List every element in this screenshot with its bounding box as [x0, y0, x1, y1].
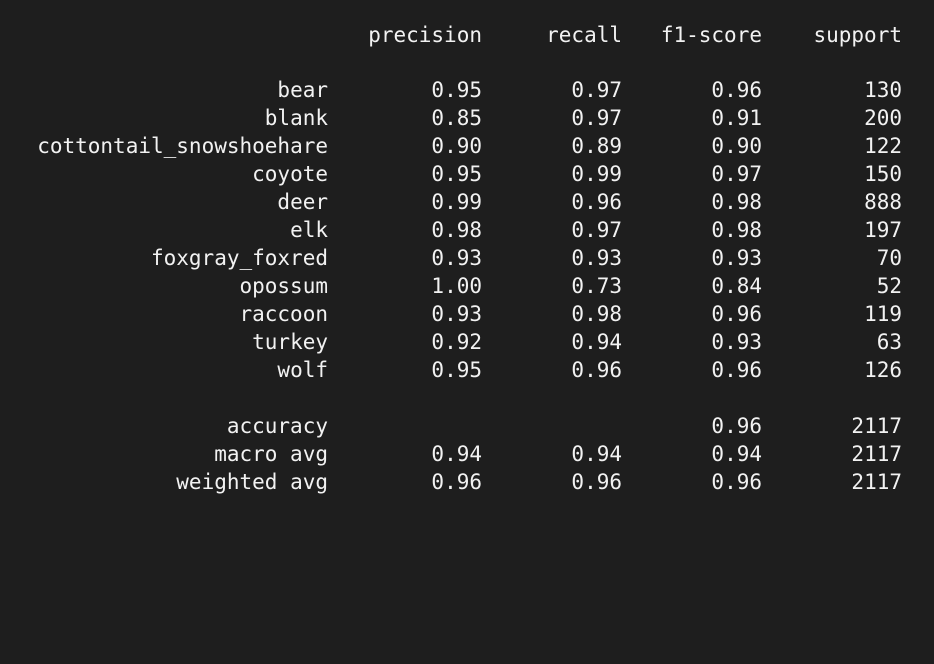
class-label: deer: [277, 190, 328, 214]
table-row: foxgray_foxred 0.93 0.93 0.93 70: [0, 244, 934, 272]
f1-value: 0.84: [711, 274, 762, 298]
table-row: deer 0.99 0.96 0.98 888: [0, 188, 934, 216]
precision-value: 0.93: [431, 302, 482, 326]
precision-value: 1.00: [431, 274, 482, 298]
class-label: turkey: [252, 330, 328, 354]
support-value: 2117: [851, 442, 902, 466]
table-row: coyote 0.95 0.99 0.97 150: [0, 160, 934, 188]
f1-value: 0.93: [711, 246, 762, 270]
f1-value: 0.98: [711, 218, 762, 242]
recall-value: 0.98: [571, 302, 622, 326]
f1-value: 0.96: [711, 78, 762, 102]
recall-value: 0.96: [571, 190, 622, 214]
recall-value: 0.97: [571, 218, 622, 242]
precision-value: 0.85: [431, 106, 482, 130]
class-label: raccoon: [239, 302, 328, 326]
recall-value: 0.73: [571, 274, 622, 298]
precision-value: 0.93: [431, 246, 482, 270]
support-value: 130: [864, 78, 902, 102]
table-row: blank 0.85 0.97 0.91 200: [0, 104, 934, 132]
class-label: foxgray_foxred: [150, 246, 328, 270]
support-value: 888: [864, 190, 902, 214]
support-value: 52: [876, 274, 902, 298]
table-row: opossum 1.00 0.73 0.84 52: [0, 272, 934, 300]
terminal-output: precision recall f1-score support bear 0…: [0, 0, 934, 516]
precision-value: 0.92: [431, 330, 482, 354]
class-label: cottontail_snowshoehare: [37, 134, 328, 158]
recall-value: 0.93: [571, 246, 622, 270]
table-row: bear 0.95 0.97 0.96 130: [0, 76, 934, 104]
precision-value: 0.96: [431, 470, 482, 494]
support-value: 150: [864, 162, 902, 186]
summary-label: accuracy: [226, 414, 328, 438]
summary-row-macro-avg: macro avg 0.94 0.94 0.94 2117: [0, 440, 934, 468]
table-row: cottontail_snowshoehare 0.90 0.89 0.90 1…: [0, 132, 934, 160]
support-value: 197: [864, 218, 902, 242]
precision-value: 0.98: [431, 218, 482, 242]
support-value: 2117: [851, 414, 902, 438]
class-label: bear: [277, 78, 328, 102]
f1-value: 0.94: [711, 442, 762, 466]
precision-value: 0.95: [431, 358, 482, 382]
header-recall: recall: [546, 23, 622, 47]
f1-value: 0.96: [711, 414, 762, 438]
recall-value: 0.89: [571, 134, 622, 158]
f1-value: 0.97: [711, 162, 762, 186]
report-header-row: precision recall f1-score support: [0, 21, 934, 49]
f1-value: 0.96: [711, 302, 762, 326]
recall-value: 0.97: [571, 78, 622, 102]
recall-value: 0.97: [571, 106, 622, 130]
f1-value: 0.98: [711, 190, 762, 214]
support-value: 119: [864, 302, 902, 326]
header-precision: precision: [368, 23, 482, 47]
support-value: 63: [876, 330, 902, 354]
f1-value: 0.96: [711, 470, 762, 494]
precision-value: 0.94: [431, 442, 482, 466]
recall-value: 0.96: [571, 358, 622, 382]
support-value: 70: [876, 246, 902, 270]
class-label: opossum: [239, 274, 328, 298]
precision-value: 0.95: [431, 162, 482, 186]
class-label: wolf: [277, 358, 328, 382]
recall-value: 0.96: [571, 470, 622, 494]
summary-row-accuracy: accuracy 0.96 2117: [0, 412, 934, 440]
table-row: raccoon 0.93 0.98 0.96 119: [0, 300, 934, 328]
recall-value: 0.94: [571, 330, 622, 354]
class-label: elk: [290, 218, 328, 242]
f1-value: 0.91: [711, 106, 762, 130]
f1-value: 0.93: [711, 330, 762, 354]
summary-label: macro avg: [214, 442, 328, 466]
summary-label: weighted avg: [176, 470, 328, 494]
support-value: 122: [864, 134, 902, 158]
precision-value: 0.90: [431, 134, 482, 158]
f1-value: 0.96: [711, 358, 762, 382]
table-row: wolf 0.95 0.96 0.96 126: [0, 356, 934, 384]
f1-value: 0.90: [711, 134, 762, 158]
precision-value: 0.95: [431, 78, 482, 102]
support-value: 200: [864, 106, 902, 130]
class-label: coyote: [252, 162, 328, 186]
header-support: support: [813, 23, 902, 47]
precision-value: 0.99: [431, 190, 482, 214]
recall-value: 0.99: [571, 162, 622, 186]
class-label: blank: [264, 106, 328, 130]
header-f1-score: f1-score: [660, 23, 762, 47]
table-row: turkey 0.92 0.94 0.93 63: [0, 328, 934, 356]
table-row: elk 0.98 0.97 0.98 197: [0, 216, 934, 244]
support-value: 126: [864, 358, 902, 382]
recall-value: 0.94: [571, 442, 622, 466]
support-value: 2117: [851, 470, 902, 494]
summary-row-weighted-avg: weighted avg 0.96 0.96 0.96 2117: [0, 468, 934, 496]
